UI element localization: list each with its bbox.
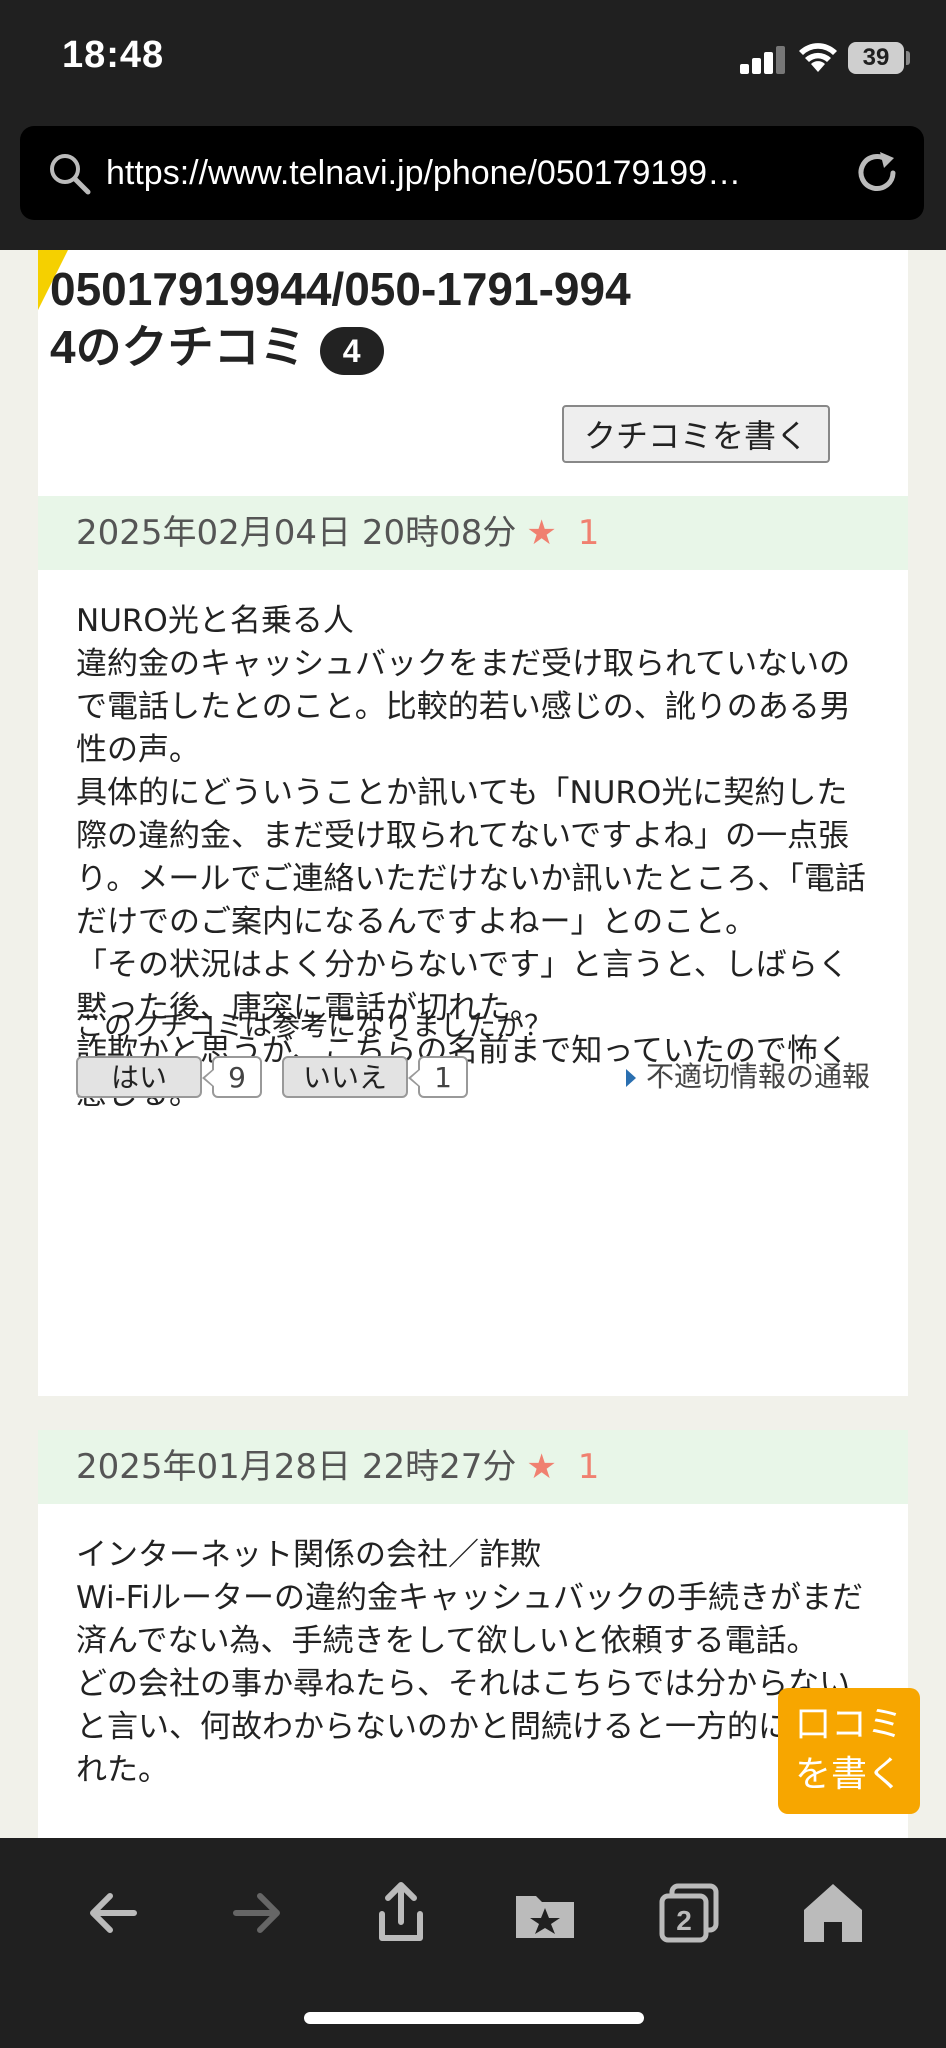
review-date-bar: 2025年02月04日 20時08分 ★ 1 (38, 496, 908, 570)
review-date: 2025年02月04日 20時08分 ★ 1 (76, 508, 599, 558)
home-icon[interactable] (798, 1878, 868, 1948)
review-rating: 1 (577, 1447, 600, 1487)
address-bar[interactable]: https://www.telnavi.jp/phone/050179199… (20, 126, 924, 220)
status-time: 18:48 (62, 34, 165, 76)
cellular-signal-icon (740, 44, 786, 74)
review-rating: 1 (577, 513, 600, 553)
star-icon: ★ (526, 513, 557, 553)
review-date-text: 2025年01月28日 22時27分 (76, 1447, 517, 1487)
back-arrow-icon[interactable] (78, 1878, 148, 1948)
review-date: 2025年01月28日 22時27分 ★ 1 (76, 1442, 599, 1492)
status-bar: 18:48 39 (0, 0, 946, 118)
star-icon: ★ (526, 1447, 557, 1487)
forward-arrow-icon[interactable] (222, 1878, 292, 1948)
home-indicator (304, 2012, 644, 2024)
battery-icon: 39 (848, 42, 904, 74)
web-page: 05017919944/050-1791-994 4のクチコミ 4 クチコミを書く… (0, 250, 946, 1838)
fab-line1: 口コミ (794, 1704, 903, 1745)
page-title-line1: 05017919944/050-1791-994 (50, 263, 631, 315)
reload-icon[interactable] (850, 146, 904, 200)
battery-tip (906, 51, 910, 65)
review-date-bar: 2025年01月28日 22時27分 ★ 1 (38, 1430, 908, 1504)
page-title-line2: 4のクチコミ 4 (50, 318, 850, 376)
review-body: インターネット関係の会社／詐欺 Wi-Fiルーターの違約金キャッシュバックの手続… (76, 1537, 863, 1788)
floating-write-review-button[interactable]: 口コミ を書く (778, 1688, 920, 1814)
report-link[interactable]: 不適切情報の通報 (625, 1056, 870, 1098)
search-icon (50, 154, 91, 195)
page-title: 05017919944/050-1791-994 4のクチコミ 4 (50, 260, 850, 376)
bookmarks-icon[interactable] (510, 1878, 580, 1948)
review-date-text: 2025年02月04日 20時08分 (76, 513, 517, 553)
page-title-line2-text: 4のクチコミ (50, 321, 306, 373)
triangle-right-icon (625, 1069, 636, 1087)
share-icon[interactable] (366, 1878, 436, 1948)
report-link-text: 不適切情報の通報 (645, 1060, 870, 1093)
tabs-icon[interactable]: 2 (654, 1878, 724, 1948)
review-card: 2025年02月04日 20時08分 ★ 1 NURO光と名乗る人 違約金のキャッ… (38, 496, 908, 1396)
wifi-icon (799, 43, 837, 72)
helpful-yes-count: 9 (202, 1056, 262, 1098)
helpful-no-button[interactable]: いいえ (282, 1056, 408, 1098)
helpful-yes-button[interactable]: はい (76, 1056, 202, 1098)
helpful-no-count: 1 (408, 1056, 468, 1098)
review-count-badge: 4 (319, 326, 384, 375)
helpful-question: このクチコミは参考になりましたか？ (76, 1009, 553, 1042)
url-text[interactable]: https://www.telnavi.jp/phone/050179199… (106, 148, 846, 198)
svg-text:2: 2 (676, 1905, 692, 1936)
fab-line2: を書く (794, 1754, 903, 1795)
write-review-button[interactable]: クチコミを書く (562, 405, 830, 463)
